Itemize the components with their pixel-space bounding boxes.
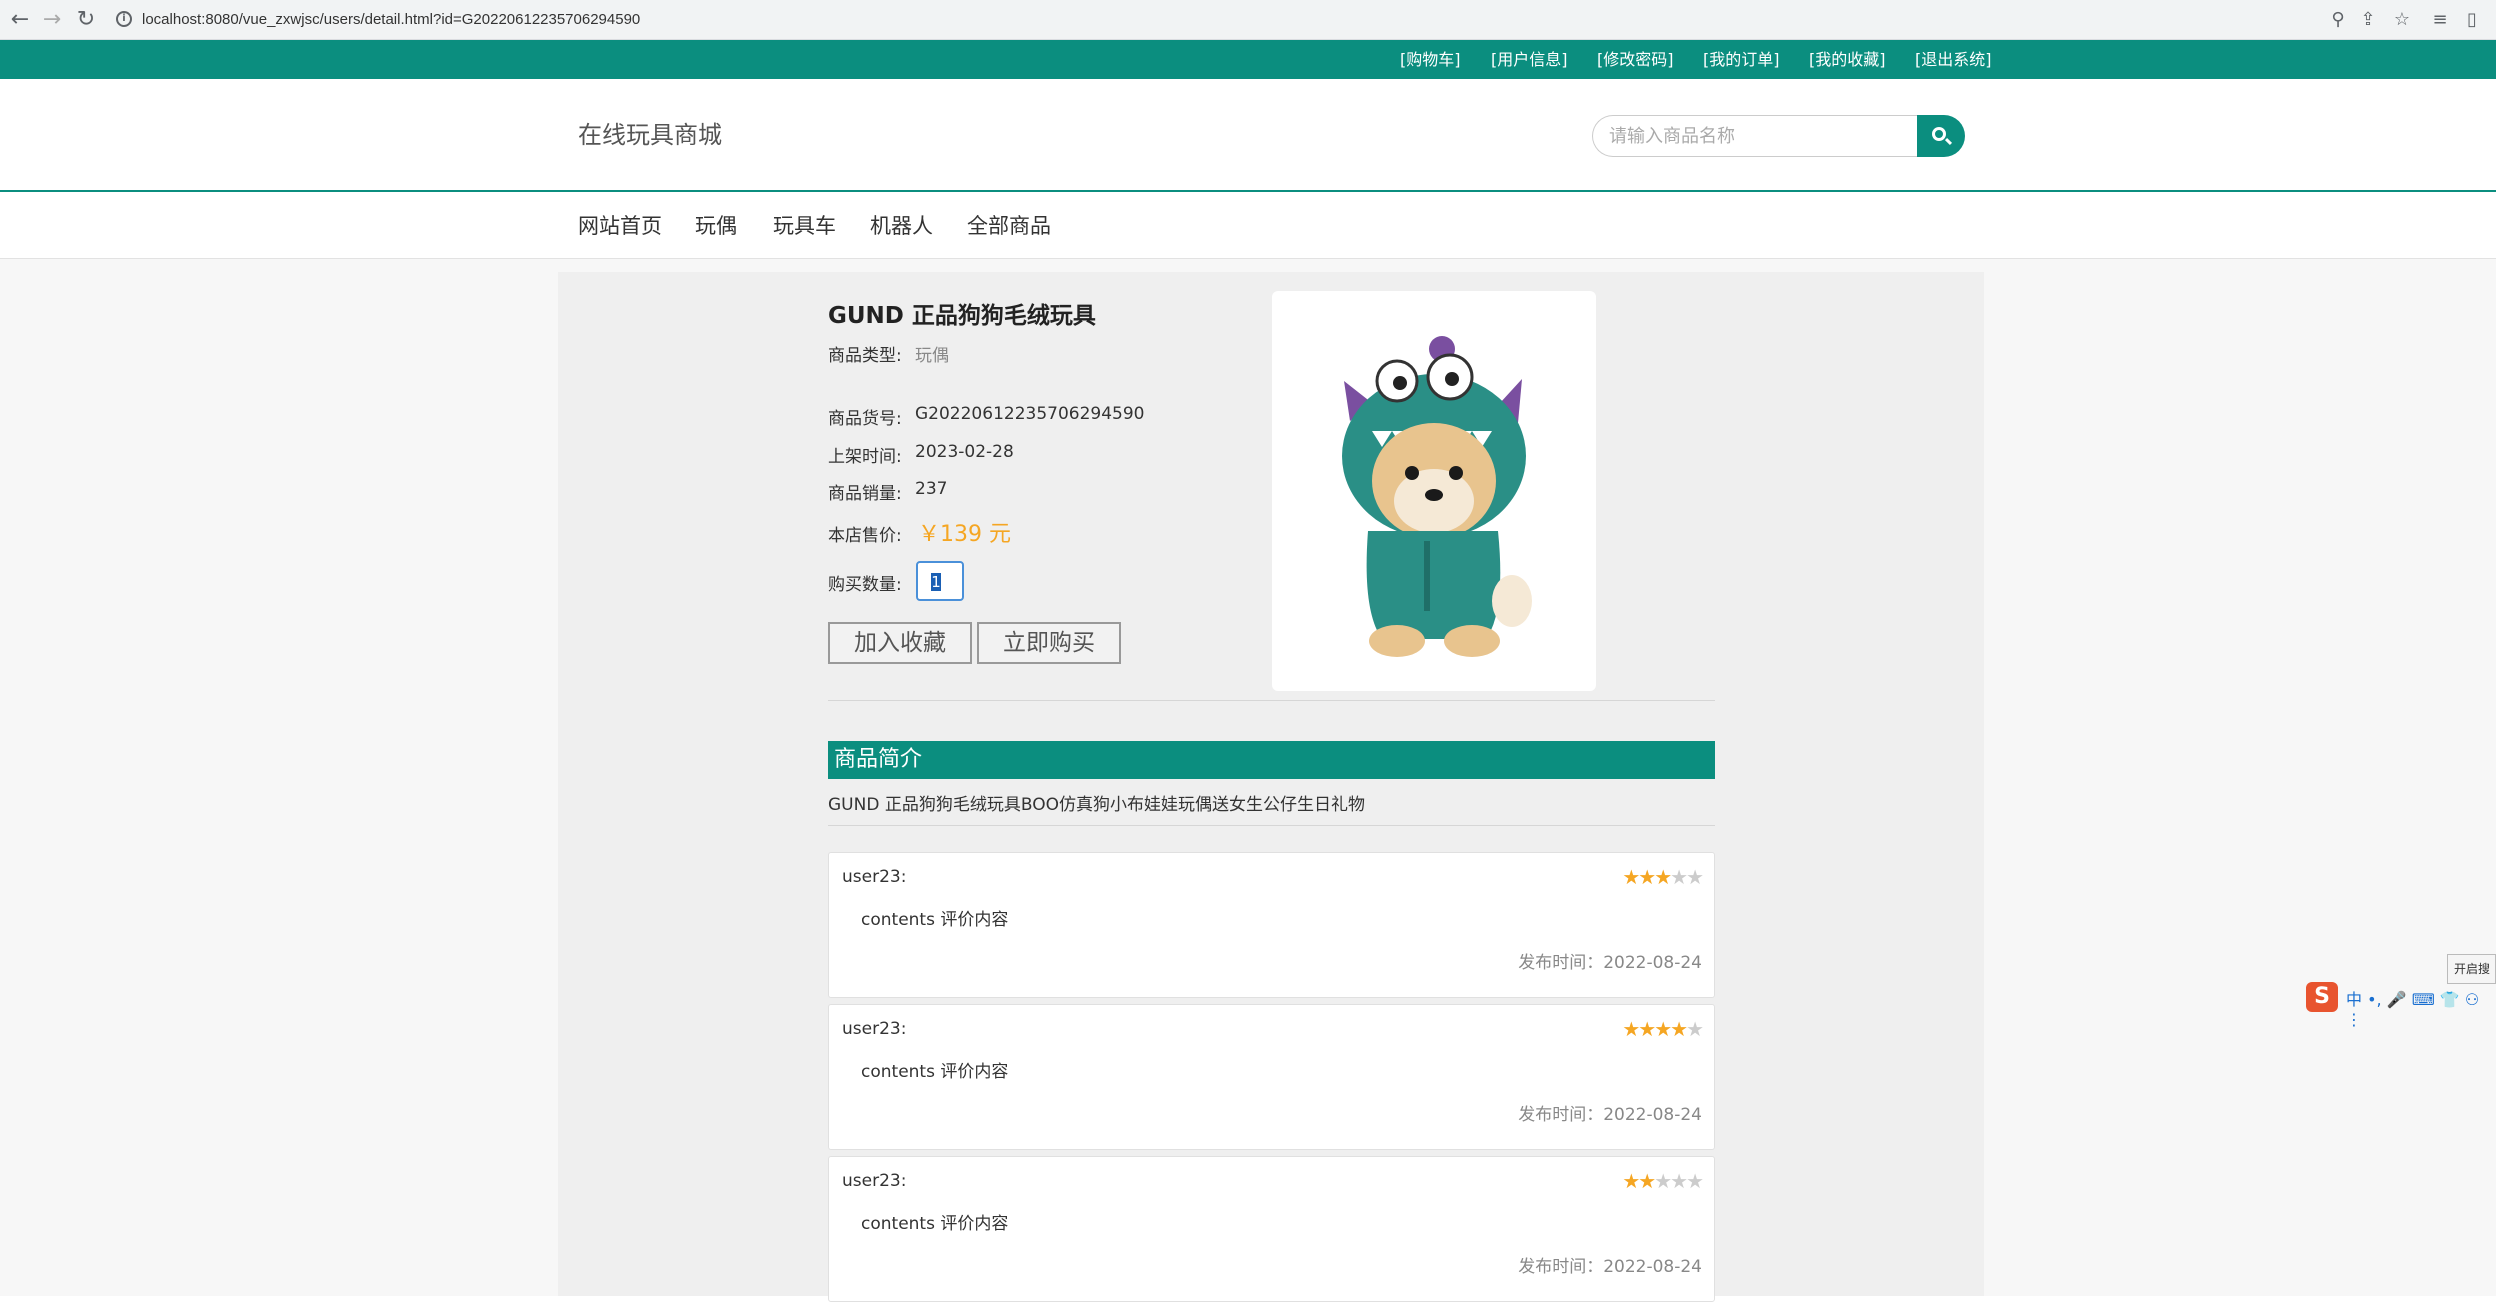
sales-label: 商品销量: — [828, 484, 902, 504]
sku-value: G20220612235706294590 — [915, 404, 1145, 424]
product-image — [1272, 291, 1596, 691]
share-icon[interactable]: ⇪ — [2356, 8, 2380, 32]
my-favorites-link[interactable]: [我的收藏] — [1809, 40, 1886, 79]
quantity-label: 购买数量: — [828, 575, 902, 595]
sku-label: 商品货号: — [828, 409, 902, 429]
back-arrow-icon[interactable]: ← — [8, 8, 32, 32]
nav-item-dolls[interactable]: 玩偶 — [695, 193, 737, 259]
site-title[interactable]: 在线玩具商城 — [578, 115, 722, 150]
cart-link[interactable]: [购物车] — [1400, 40, 1461, 79]
search-input[interactable] — [1592, 115, 1918, 157]
review-card: user23: ★★★★★ contents 评价内容 发布时间：2022-08… — [828, 1156, 1715, 1302]
type-label: 商品类型: — [828, 346, 902, 366]
review-card: user23: ★★★★★ contents 评价内容 发布时间：2022-08… — [828, 852, 1715, 998]
bookmark-star-icon[interactable]: ☆ — [2390, 8, 2414, 32]
zoom-icon[interactable]: ⚲ — [2326, 8, 2350, 32]
review-content: contents 评价内容 — [861, 910, 1009, 930]
star-filled-icon: ★ — [1622, 1017, 1640, 1041]
sogou-logo-icon[interactable]: S — [2306, 982, 2338, 1012]
nav-item-home[interactable]: 网站首页 — [578, 193, 662, 259]
address-bar[interactable]: localhost:8080/vue_zxwjsc/users/detail.h… — [142, 6, 640, 34]
price-label: 本店售价: — [828, 526, 902, 546]
plush-dog-image — [1342, 336, 1532, 657]
quantity-value: 1 — [931, 573, 941, 591]
intro-heading: 商品简介 — [828, 741, 1715, 779]
section-divider — [828, 825, 1715, 826]
type-value: 玩偶 — [915, 346, 949, 366]
price-value: ￥139 元 — [918, 522, 1011, 547]
listing-date-value: 2023-02-28 — [915, 442, 1014, 462]
browser-toolbar: ← → ↻ i localhost:8080/vue_zxwjsc/users/… — [0, 0, 2496, 40]
star-filled-icon: ★ — [1670, 1017, 1688, 1041]
intro-text: GUND 正品狗狗毛绒玩具BOO仿真狗小布娃娃玩偶送女生公仔生日礼物 — [828, 795, 1365, 815]
top-link-bar: [购物车] [用户信息] [修改密码] [我的订单] [我的收藏] [退出系统] — [0, 40, 2496, 79]
star-filled-icon: ★ — [1622, 865, 1640, 889]
product-title: GUND 正品狗狗毛绒玩具 — [828, 303, 1096, 329]
review-card: user23: ★★★★★ contents 评价内容 发布时间：2022-08… — [828, 1004, 1715, 1150]
site-header: 在线玩具商城 — [0, 79, 2496, 192]
review-rating: ★★★★★ — [1622, 1169, 1704, 1193]
star-filled-icon: ★ — [1638, 865, 1656, 889]
add-to-favorites-button[interactable]: 加入收藏 — [828, 622, 972, 664]
sales-value: 237 — [915, 479, 948, 499]
my-orders-link[interactable]: [我的订单] — [1703, 40, 1780, 79]
user-info-link[interactable]: [用户信息] — [1491, 40, 1568, 79]
star-filled-icon: ★ — [1638, 1169, 1656, 1193]
review-date: 发布时间：2022-08-24 — [1518, 953, 1702, 973]
main-nav: 网站首页 玩偶 玩具车 机器人 全部商品 — [0, 193, 2496, 259]
logout-link[interactable]: [退出系统] — [1915, 40, 1992, 79]
review-user: user23: — [842, 1019, 907, 1039]
reading-list-icon[interactable]: ≡ — [2428, 8, 2452, 32]
section-divider — [828, 700, 1715, 701]
review-user: user23: — [842, 1171, 907, 1191]
forward-arrow-icon[interactable]: → — [40, 8, 64, 32]
reload-icon[interactable]: ↻ — [74, 8, 98, 32]
star-empty-icon: ★ — [1670, 865, 1688, 889]
listing-date-label: 上架时间: — [828, 447, 902, 467]
ime-status[interactable]: 中 •, 🎤 ⌨ 👕 ⚇ ⋮ — [2346, 986, 2496, 1029]
review-rating: ★★★★★ — [1622, 865, 1704, 889]
star-empty-icon: ★ — [1654, 1169, 1672, 1193]
review-content: contents 评价内容 — [861, 1062, 1009, 1082]
review-date: 发布时间：2022-08-24 — [1518, 1105, 1702, 1125]
star-empty-icon: ★ — [1686, 865, 1704, 889]
star-filled-icon: ★ — [1654, 1017, 1672, 1041]
change-password-link[interactable]: [修改密码] — [1597, 40, 1674, 79]
star-filled-icon: ★ — [1654, 865, 1672, 889]
star-filled-icon: ★ — [1638, 1017, 1656, 1041]
search-button[interactable] — [1917, 115, 1965, 157]
star-empty-icon: ★ — [1686, 1169, 1704, 1193]
nav-item-robots[interactable]: 机器人 — [870, 193, 933, 259]
review-user: user23: — [842, 867, 907, 887]
star-empty-icon: ★ — [1670, 1169, 1688, 1193]
side-panel-icon[interactable]: ▯ — [2460, 8, 2484, 32]
star-empty-icon: ★ — [1686, 1017, 1704, 1041]
star-filled-icon: ★ — [1622, 1169, 1640, 1193]
ime-toolbar[interactable]: S 中 •, 🎤 ⌨ 👕 ⚇ ⋮ — [2306, 978, 2496, 1029]
site-info-icon[interactable]: i — [116, 11, 132, 27]
review-content: contents 评价内容 — [861, 1214, 1009, 1234]
review-date: 发布时间：2022-08-24 — [1518, 1257, 1702, 1277]
nav-item-toy-cars[interactable]: 玩具车 — [773, 193, 836, 259]
review-rating: ★★★★★ — [1622, 1017, 1704, 1041]
nav-item-all-products[interactable]: 全部商品 — [967, 193, 1051, 259]
quantity-input[interactable]: 1 — [916, 561, 964, 601]
buy-now-button[interactable]: 立即购买 — [977, 622, 1121, 664]
